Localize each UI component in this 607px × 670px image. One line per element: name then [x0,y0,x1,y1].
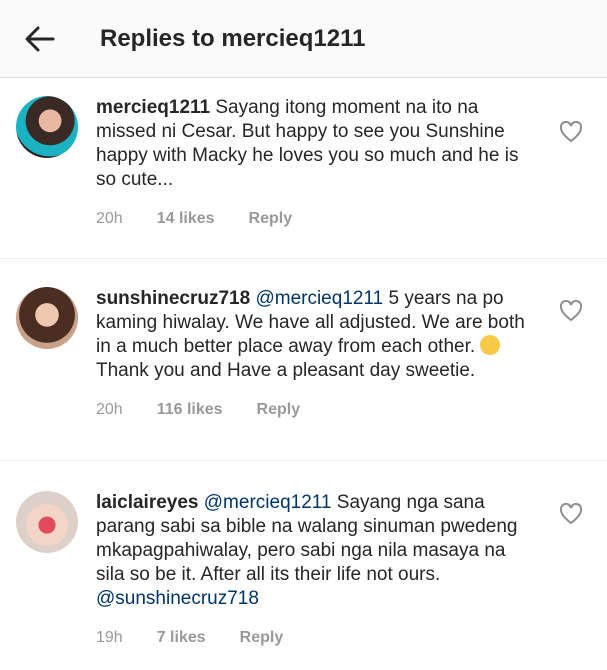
avatar[interactable] [16,287,78,349]
comment-meta: 20h 116 likes Reply [96,401,536,419]
back-button[interactable] [0,0,80,78]
avatar[interactable] [16,491,78,553]
heart-outline-icon[interactable] [559,503,583,525]
top-bar: Replies to mercieq1211 [0,0,607,78]
heart-outline-icon[interactable] [559,300,583,322]
comment-text-block: laiclaireyes @mercieq1211 Sayang nga san… [96,491,536,611]
comment-meta: 19h 7 likes Reply [96,629,536,647]
comment-text-block: mercieq1211 Sayang itong moment na ito n… [96,96,536,192]
reply-button[interactable]: Reply [257,401,301,419]
comment-time: 20h [96,210,123,227]
comment-item: mercieq1211 Sayang itong moment na ito n… [0,78,607,258]
avatar[interactable] [16,96,78,158]
comment-mention-end[interactable]: @sunshinecruz718 [96,588,259,609]
comment-item: laiclaireyes @mercieq1211 Sayang nga san… [0,460,607,668]
comment-body: laiclaireyes @mercieq1211 Sayang nga san… [96,491,536,668]
arrow-left-icon [25,26,55,51]
comment-mention[interactable]: @mercieq1211 [255,288,383,309]
comment-likes[interactable]: 7 likes [157,629,206,647]
page-title: Replies to mercieq1211 [100,24,366,52]
comment-body: mercieq1211 Sayang itong moment na ito n… [96,96,536,258]
reply-button[interactable]: Reply [240,629,284,647]
comment-text-block: sunshinecruz718 @mercieq1211 5 years na … [96,287,536,383]
comment-time: 20h [96,401,123,418]
comment-mention[interactable]: @mercieq1211 [204,492,332,513]
winking-face-emoji-icon [480,335,501,355]
comment-likes[interactable]: 116 likes [157,401,223,419]
comment-username[interactable]: sunshinecruz718 [96,288,250,309]
comment-meta: 20h 14 likes Reply [96,210,536,228]
comment-time: 19h [96,629,123,646]
heart-outline-icon[interactable] [559,121,583,143]
reply-button[interactable]: Reply [249,210,293,228]
comment-likes[interactable]: 14 likes [157,210,215,228]
comment-item: sunshinecruz718 @mercieq1211 5 years na … [0,258,607,460]
comment-username[interactable]: laiclaireyes [96,492,198,513]
comment-body: sunshinecruz718 @mercieq1211 5 years na … [96,287,536,460]
comment-text-continued: Thank you and Have a pleasant day sweeti… [96,360,476,381]
comment-username[interactable]: mercieq1211 [96,97,210,118]
